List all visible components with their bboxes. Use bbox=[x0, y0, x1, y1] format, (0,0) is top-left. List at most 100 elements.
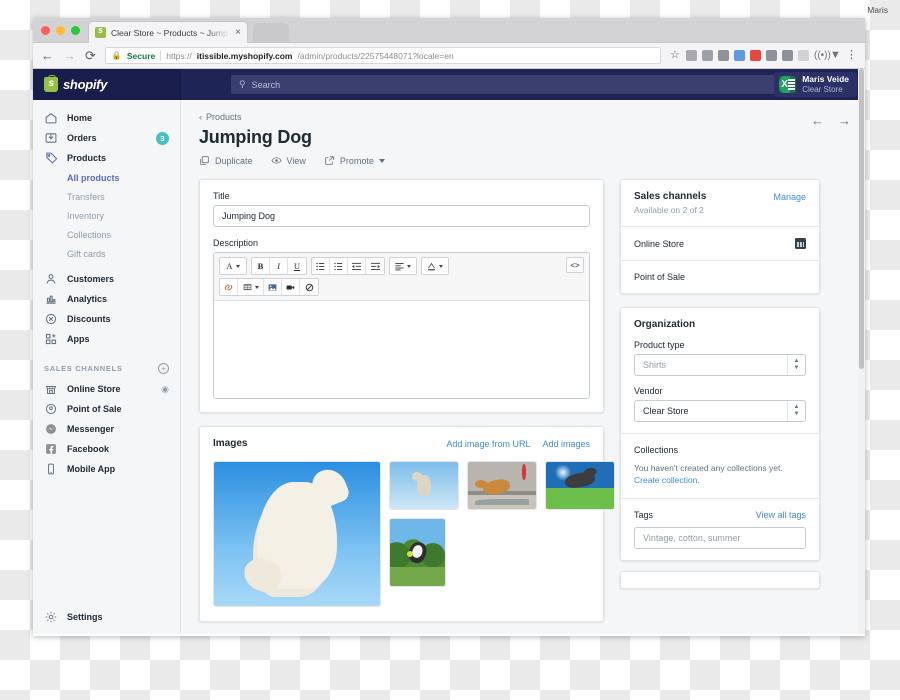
minimize-window-button[interactable] bbox=[56, 26, 65, 35]
reload-icon[interactable]: ⟳ bbox=[85, 49, 96, 62]
add-image-from-url-link[interactable]: Add image from URL bbox=[446, 439, 530, 449]
description-editor[interactable]: A B I U <> bbox=[213, 252, 590, 399]
sidebar-item-analytics[interactable]: Analytics bbox=[33, 289, 180, 309]
outdent-icon[interactable] bbox=[348, 258, 366, 274]
description-textarea[interactable] bbox=[214, 301, 589, 398]
filter-funnel-icon[interactable]: ▼ bbox=[830, 50, 841, 61]
preview-store-icon[interactable]: ◉ bbox=[161, 384, 169, 395]
sidebar-item-settings[interactable]: Settings bbox=[33, 610, 180, 624]
add-images-link[interactable]: Add images bbox=[542, 439, 590, 449]
numbered-list-icon[interactable] bbox=[330, 258, 348, 274]
indent-icon[interactable] bbox=[366, 258, 384, 274]
extension-icon-5[interactable] bbox=[750, 50, 761, 61]
sales-channels-title: Sales channels bbox=[634, 191, 707, 202]
extension-icon-1[interactable] bbox=[686, 50, 697, 61]
sales-channel-row-online-store[interactable]: Online Store bbox=[621, 227, 819, 261]
user-menu-button[interactable]: Maris Veide Clear Store bbox=[774, 72, 857, 97]
next-product-icon[interactable]: → bbox=[838, 113, 851, 128]
maximize-window-button[interactable] bbox=[71, 26, 80, 35]
vendor-select[interactable]: Clear Store ▲ ▼ bbox=[634, 400, 806, 422]
back-icon[interactable]: ← bbox=[41, 49, 54, 62]
stepper-icon[interactable]: ▲ ▼ bbox=[787, 401, 805, 421]
extension-icon-3[interactable] bbox=[718, 50, 729, 61]
view-button[interactable]: View bbox=[271, 155, 306, 166]
action-label: Duplicate bbox=[215, 155, 253, 166]
extension-icon-2[interactable] bbox=[702, 50, 713, 61]
sidebar-item-facebook[interactable]: Facebook bbox=[33, 439, 180, 459]
browser-tab-active[interactable]: Clear Store ~ Products ~ Jump × bbox=[88, 21, 248, 43]
sidebar-item-messenger[interactable]: Messenger bbox=[33, 419, 180, 439]
bold-icon[interactable]: B bbox=[252, 258, 270, 274]
bulleted-list-icon[interactable] bbox=[312, 258, 330, 274]
image-thumbnail-1[interactable] bbox=[213, 461, 381, 607]
scrollbar-thumb[interactable] bbox=[859, 69, 864, 369]
view-all-tags-link[interactable]: View all tags bbox=[756, 510, 806, 520]
duplicate-icon bbox=[199, 155, 210, 166]
extension-icon-8[interactable] bbox=[798, 50, 809, 61]
address-bar[interactable]: 🔒 Secure https:// itissible.myshopify.com… bbox=[104, 47, 661, 64]
create-collection-link[interactable]: Create collection. bbox=[634, 474, 806, 486]
avatar bbox=[779, 76, 797, 93]
clear-formatting-icon[interactable] bbox=[300, 279, 318, 295]
breadcrumb[interactable]: ‹ Products bbox=[199, 112, 851, 122]
camera-extension-icon[interactable] bbox=[766, 50, 777, 61]
italic-icon[interactable]: I bbox=[270, 258, 288, 274]
orders-badge: 3 bbox=[156, 131, 169, 145]
font-color-icon[interactable]: A bbox=[220, 258, 246, 274]
title-input[interactable]: Jumping Dog bbox=[213, 205, 590, 227]
extension-icon-4[interactable] bbox=[734, 50, 745, 61]
close-window-button[interactable] bbox=[41, 26, 50, 35]
forward-icon[interactable]: → bbox=[63, 49, 76, 62]
product-type-select[interactable]: Shirts ▲ ▼ bbox=[634, 354, 806, 376]
toolbar-group-highlight bbox=[421, 257, 449, 275]
duplicate-button[interactable]: Duplicate bbox=[199, 155, 253, 166]
collections-empty-text: You haven't created any collections yet. bbox=[634, 463, 783, 473]
sidebar-item-discounts[interactable]: Discounts bbox=[33, 309, 180, 329]
sidebar-item-apps[interactable]: Apps bbox=[33, 329, 180, 349]
table-icon[interactable] bbox=[238, 279, 264, 295]
link-icon[interactable] bbox=[220, 279, 238, 295]
insert-video-icon[interactable] bbox=[282, 279, 300, 295]
sidebar-item-gift-cards[interactable]: Gift cards bbox=[33, 244, 180, 263]
image-thumbnail-3[interactable] bbox=[467, 461, 537, 510]
secure-label: Secure bbox=[126, 50, 156, 61]
sales-channel-row-point-of-sale[interactable]: Point of Sale bbox=[621, 261, 819, 293]
stepper-icon[interactable]: ▲ ▼ bbox=[787, 355, 805, 375]
browser-menu-icon[interactable]: ⋮ bbox=[846, 50, 857, 61]
chevron-down-icon[interactable] bbox=[378, 158, 385, 163]
mail-extension-icon[interactable] bbox=[782, 50, 793, 61]
shopify-logo[interactable]: shopify bbox=[33, 69, 181, 100]
sidebar-item-home[interactable]: Home bbox=[33, 108, 180, 128]
sidebar-item-inventory[interactable]: Inventory bbox=[33, 206, 180, 225]
promote-button[interactable]: Promote bbox=[324, 155, 385, 166]
calendar-icon[interactable] bbox=[795, 238, 806, 249]
sidebar-item-customers[interactable]: Customers bbox=[33, 269, 180, 289]
add-sales-channel-icon[interactable]: + bbox=[158, 362, 169, 374]
new-tab-button[interactable] bbox=[253, 23, 289, 43]
search-placeholder: Search bbox=[251, 79, 281, 90]
audio-indicator-icon[interactable]: ((•)) bbox=[814, 50, 831, 61]
sidebar-item-transfers[interactable]: Transfers bbox=[33, 187, 180, 206]
image-thumbnail-2[interactable] bbox=[389, 461, 459, 510]
sidebar-item-online-store[interactable]: Online Store ◉ bbox=[33, 379, 180, 399]
insert-image-icon[interactable] bbox=[264, 279, 282, 295]
html-code-icon[interactable]: <> bbox=[566, 257, 584, 273]
underline-icon[interactable]: U bbox=[288, 258, 306, 274]
sidebar-item-collections[interactable]: Collections bbox=[33, 225, 180, 244]
page-scrollbar[interactable] bbox=[858, 69, 865, 634]
sidebar-item-all-products[interactable]: All products bbox=[33, 168, 180, 187]
image-thumbnail-5[interactable] bbox=[389, 518, 446, 587]
image-thumbnail-4[interactable] bbox=[545, 461, 615, 510]
tags-input[interactable]: Vintage, cotton, summer bbox=[634, 526, 806, 549]
search-input[interactable]: ⚲ Search bbox=[231, 75, 779, 94]
align-icon[interactable] bbox=[390, 258, 416, 274]
sidebar-item-mobile-app[interactable]: Mobile App bbox=[33, 459, 180, 479]
bookmark-star-icon[interactable]: ☆ bbox=[670, 50, 681, 61]
close-icon[interactable]: × bbox=[235, 27, 241, 38]
previous-product-icon[interactable]: ← bbox=[811, 113, 824, 128]
sidebar-item-orders[interactable]: Orders 3 bbox=[33, 128, 180, 148]
manage-link[interactable]: Manage bbox=[773, 192, 806, 202]
sidebar-item-products[interactable]: Products bbox=[33, 148, 180, 168]
sidebar-item-point-of-sale[interactable]: Point of Sale bbox=[33, 399, 180, 419]
highlight-icon[interactable] bbox=[422, 258, 448, 274]
